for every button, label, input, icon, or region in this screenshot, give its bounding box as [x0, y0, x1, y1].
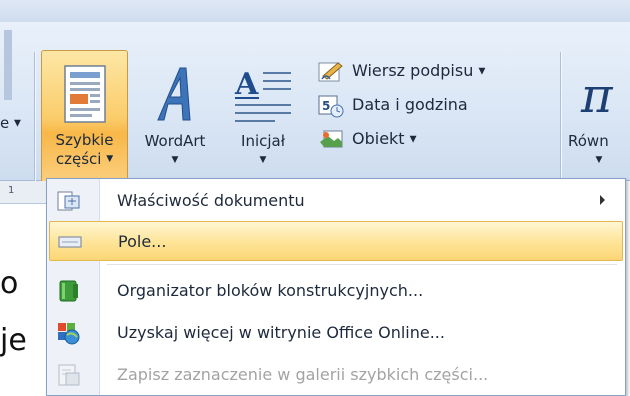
left-button-fragment[interactable]: e ▼: [0, 114, 21, 132]
document-text-line-2[interactable]: je: [0, 323, 27, 358]
wordart-icon: [157, 67, 191, 121]
svg-text:5: 5: [322, 99, 330, 113]
equation-button[interactable]: π Równ ▼: [568, 50, 630, 170]
equation-label: Równ: [568, 132, 609, 150]
wordart-dropdown-icon: ▼: [171, 155, 179, 165]
wordart-button[interactable]: WordArt ▼: [134, 50, 216, 170]
field-icon: [58, 236, 82, 248]
date-time-button[interactable]: 5 Data i godzina: [318, 90, 468, 120]
date-time-icon: 5: [318, 95, 344, 117]
menu-item-document-property[interactable]: Właściwość dokumentu: [49, 181, 623, 221]
quick-parts-menu: Właściwość dokumentu Pole... Organizator…: [46, 178, 626, 396]
svg-text:π: π: [580, 68, 614, 124]
signature-line-button[interactable]: Wiersz podpisu ▼: [318, 56, 485, 86]
partial-button-edge: [4, 30, 12, 100]
menu-item-field[interactable]: Pole...: [49, 221, 623, 261]
quick-parts-icon: [63, 65, 106, 123]
menu-item-label: Pole...: [118, 232, 167, 251]
horizontal-ruler[interactable]: 1: [0, 181, 50, 204]
menu-item-office-online[interactable]: Uzyskaj więcej w witrynie Office Online.…: [49, 313, 623, 353]
menu-item-label: Organizator bloków konstrukcyjnych...: [117, 281, 424, 300]
drop-cap-dropdown-icon: ▼: [259, 155, 267, 165]
object-label: Obiekt: [352, 129, 405, 148]
submenu-arrow-icon: [600, 195, 605, 205]
svg-text:A: A: [234, 67, 259, 102]
drop-cap-button[interactable]: A Inicjał ▼: [232, 50, 294, 170]
document-property-icon: [57, 191, 80, 211]
date-time-label: Data i godzina: [352, 95, 468, 114]
equation-icon: π: [580, 68, 614, 124]
drop-cap-label: Inicjał: [241, 132, 285, 150]
object-icon: [320, 130, 343, 147]
ribbon-insert-text-group: e ▼ Szybkie części ▼ WordArt ▼ A Inicjał…: [0, 22, 630, 202]
menu-item-building-blocks[interactable]: Organizator bloków konstrukcyjnych...: [49, 271, 623, 311]
quick-parts-label-1: Szybkie: [55, 131, 114, 149]
signature-line-label: Wiersz podpisu: [352, 61, 474, 80]
drop-cap-icon: A: [234, 67, 291, 122]
group-separator: [560, 52, 561, 192]
menu-item-label: Zapisz zaznaczenie w galerii szybkich cz…: [117, 365, 489, 384]
menu-item-save-selection[interactable]: Zapisz zaznaczenie w galerii szybkich cz…: [49, 355, 623, 395]
save-selection-icon: [58, 364, 80, 386]
document-text-line-1[interactable]: o: [0, 266, 18, 301]
building-blocks-icon: [59, 280, 78, 302]
object-button[interactable]: Obiekt ▼: [318, 124, 417, 154]
equation-dropdown-icon: ▼: [595, 155, 603, 165]
title-strip: [0, 0, 630, 22]
group-separator: [34, 52, 35, 192]
wordart-label: WordArt: [144, 132, 206, 150]
office-online-icon: [58, 323, 80, 345]
menu-item-label: Uzyskaj więcej w witrynie Office Online.…: [117, 323, 445, 342]
menu-item-label: Właściwość dokumentu: [117, 191, 305, 210]
signature-line-icon: [318, 61, 343, 81]
quick-parts-label-2: części ▼: [55, 150, 114, 168]
menu-separator: [107, 264, 617, 265]
